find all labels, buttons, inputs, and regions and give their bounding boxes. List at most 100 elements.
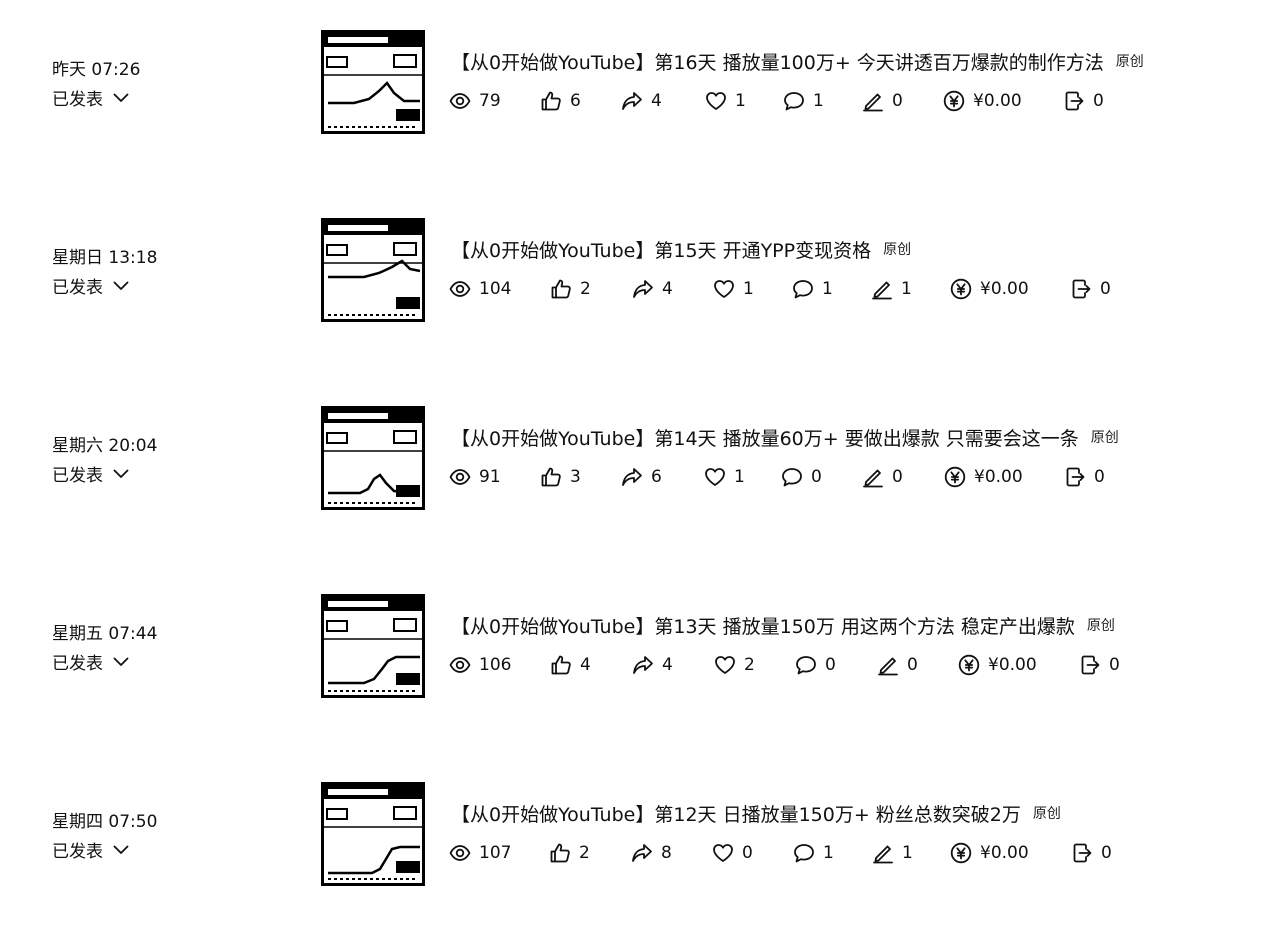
stat-shares[interactable]: 6 [621,466,662,488]
stat-earnings[interactable]: ¥0.00 [944,466,1023,488]
stat-forwards-value: 0 [1094,467,1105,487]
stat-earnings-value: ¥0.00 [980,843,1029,863]
publish-status-label: 已发表 [52,90,103,110]
publish-time: 星期六 20:04 [52,436,158,456]
publish-status-dropdown[interactable]: 已发表 [52,85,129,110]
article-title[interactable]: 【从0开始做YouTube】第12天 日播放量150万+ 粉丝总数突破2万 [451,800,1021,827]
stat-notes[interactable]: 1 [872,842,913,864]
pen-icon [871,278,901,300]
stat-forwards[interactable]: 0 [1070,278,1111,300]
stat-earnings-value: ¥0.00 [980,279,1029,299]
stat-forwards[interactable]: 0 [1079,654,1120,676]
stat-shares[interactable]: 4 [632,654,673,676]
stat-earnings[interactable]: ¥0.00 [943,90,1022,112]
original-badge: 原创 [1115,54,1144,70]
stat-likes-value: 6 [570,91,581,111]
stat-earnings[interactable]: ¥0.00 [958,654,1037,676]
stat-shares[interactable]: 4 [632,278,673,300]
publish-status-dropdown[interactable]: 已发表 [52,461,129,486]
stat-forwards[interactable]: 0 [1071,842,1112,864]
share-arrow-icon [632,278,662,300]
eye-icon [449,278,479,300]
stat-forwards-value: 0 [1101,843,1112,863]
chevron-down-icon [103,464,129,484]
publish-status-dropdown[interactable]: 已发表 [52,273,129,298]
heart-icon [713,278,743,300]
stat-notes[interactable]: 0 [862,90,903,112]
stat-favorites[interactable]: 1 [705,90,746,112]
article-thumbnail[interactable] [321,406,425,510]
stat-forwards[interactable]: 0 [1064,466,1105,488]
stat-shares[interactable]: 4 [621,90,662,112]
stat-views-value: 79 [479,91,501,111]
article-title[interactable]: 【从0开始做YouTube】第14天 播放量60万+ 要做出爆款 只需要会这一条 [451,424,1079,451]
publish-status-label: 已发表 [52,466,103,486]
eye-icon [449,466,479,488]
stat-earnings[interactable]: ¥0.00 [950,278,1029,300]
yuan-coin-icon [943,90,973,112]
stat-likes[interactable]: 2 [550,278,591,300]
stat-comments-value: 0 [811,467,822,487]
stat-comments[interactable]: 0 [795,654,836,676]
article-title[interactable]: 【从0开始做YouTube】第13天 播放量150万 用这两个方法 稳定产出爆款 [451,612,1075,639]
stat-comments[interactable]: 1 [792,278,833,300]
stat-earnings[interactable]: ¥0.00 [950,842,1029,864]
stat-notes[interactable]: 0 [877,654,918,676]
article-title[interactable]: 【从0开始做YouTube】第15天 开通YPP变现资格 [451,236,871,263]
stat-favorites[interactable]: 1 [704,466,745,488]
comment-bubble-icon [783,90,813,112]
stat-comments[interactable]: 0 [781,466,822,488]
stat-shares-value: 8 [661,843,672,863]
heart-icon [704,466,734,488]
chevron-down-icon [103,276,129,296]
stat-likes[interactable]: 6 [540,90,581,112]
original-badge: 原创 [1032,806,1061,822]
forward-icon [1071,842,1101,864]
stat-comments-value: 0 [825,655,836,675]
stat-comments-value: 1 [822,279,833,299]
article-thumbnail[interactable] [321,30,425,134]
publish-status-dropdown[interactable]: 已发表 [52,837,129,862]
eye-icon [449,90,479,112]
stat-likes-value: 3 [570,467,581,487]
stat-favorites[interactable]: 1 [713,278,754,300]
stat-shares-value: 4 [662,279,673,299]
stat-notes[interactable]: 1 [871,278,912,300]
article-thumbnail[interactable] [321,218,425,322]
stat-views[interactable]: 106 [449,654,511,676]
stat-likes[interactable]: 4 [550,654,591,676]
stat-shares[interactable]: 8 [631,842,672,864]
comment-bubble-icon [793,842,823,864]
publish-status-dropdown[interactable]: 已发表 [52,649,129,674]
article-row: 星期六 20:04 已发表 【从0开始做YouTube】第14天 播放量60万+ 要… [0,406,1280,516]
stat-favorites[interactable]: 2 [714,654,755,676]
comment-bubble-icon [781,466,811,488]
stat-views[interactable]: 91 [449,466,501,488]
forward-icon [1079,654,1109,676]
share-arrow-icon [621,90,651,112]
publish-status-label: 已发表 [52,654,103,674]
stat-views-value: 107 [479,843,512,863]
stat-notes-value: 0 [892,467,903,487]
stat-likes[interactable]: 2 [549,842,590,864]
article-row: 星期日 13:18 已发表 【从0开始做YouTube】第15天 开通YPP变现资格… [0,218,1280,328]
share-arrow-icon [631,842,661,864]
chevron-down-icon [103,840,129,860]
stat-likes-value: 2 [579,843,590,863]
stat-views[interactable]: 79 [449,90,501,112]
stat-likes[interactable]: 3 [540,466,581,488]
stat-views[interactable]: 107 [449,842,511,864]
stat-notes-value: 1 [901,279,912,299]
chevron-down-icon [103,88,129,108]
article-thumbnail[interactable] [321,782,425,886]
stat-comments[interactable]: 1 [793,842,834,864]
article-title[interactable]: 【从0开始做YouTube】第16天 播放量100万+ 今天讲透百万爆款的制作方… [451,48,1104,75]
stat-comments[interactable]: 1 [783,90,824,112]
stat-views[interactable]: 104 [449,278,511,300]
stat-forwards[interactable]: 0 [1063,90,1104,112]
stat-notes[interactable]: 0 [862,466,903,488]
article-title-line: 【从0开始做YouTube】第15天 开通YPP变现资格 原创 [451,236,911,263]
article-thumbnail[interactable] [321,594,425,698]
publish-time: 星期五 07:44 [52,624,158,644]
stat-favorites[interactable]: 0 [712,842,753,864]
